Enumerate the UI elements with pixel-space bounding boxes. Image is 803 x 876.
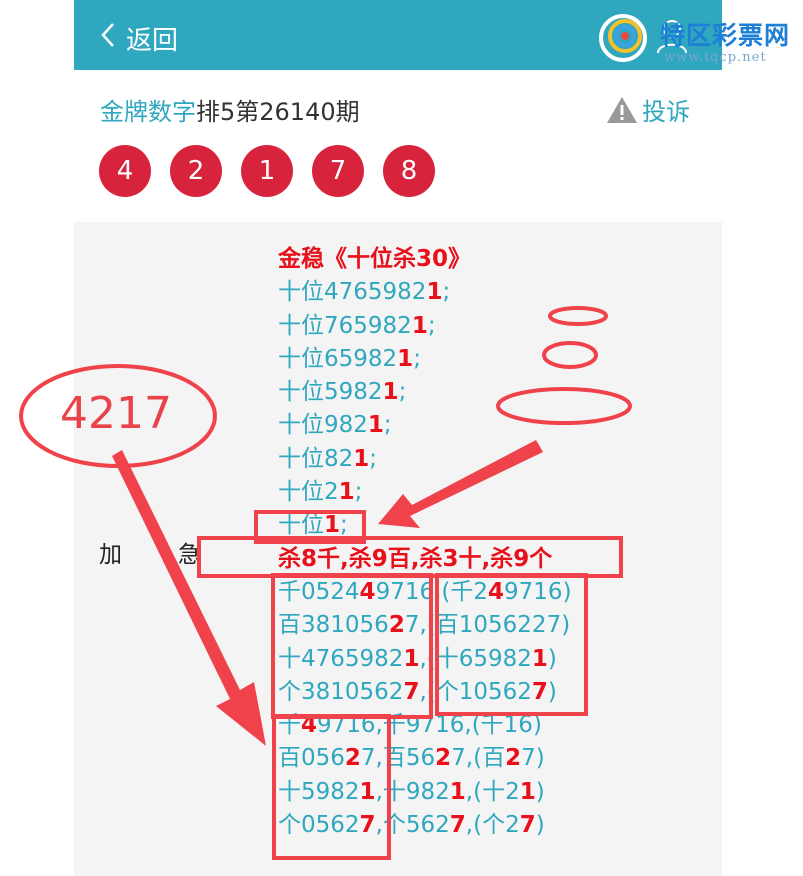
watermark-logo: 特区彩票网 www.tqcp.net <box>594 8 799 68</box>
result-ball: 2 <box>170 145 222 197</box>
result-ball: 7 <box>312 145 364 197</box>
position-line: 个38105627,(个105627) <box>278 678 557 705</box>
page-title: 金牌数字排5第26140期 <box>100 92 360 127</box>
warning-icon <box>607 96 637 123</box>
prediction-line: 十位821; <box>278 445 378 472</box>
issue-title: 排5第26140期 <box>196 98 360 126</box>
result-ball: 1 <box>241 145 293 197</box>
position-line: 十47659821,(十659821) <box>278 645 557 672</box>
urgent-label-2: 急 <box>178 542 201 568</box>
watermark-url: www.tqcp.net <box>664 50 767 65</box>
prediction-line: 十位7659821; <box>278 312 436 339</box>
result-ball: 4 <box>99 145 151 197</box>
prediction-line: 十位47659821; <box>278 279 451 306</box>
urgent-label-1: 加 <box>99 542 122 568</box>
prediction-line: 十位1; <box>278 512 348 539</box>
back-button[interactable]: 返回 <box>100 18 178 58</box>
result-ball: 8 <box>383 145 435 197</box>
back-label: 返回 <box>126 25 179 56</box>
annotation-number: 4217 <box>60 388 172 439</box>
watermark-name: 特区彩票网 <box>660 21 791 50</box>
complain-button[interactable]: 投诉 <box>606 92 690 127</box>
complain-label: 投诉 <box>642 98 690 126</box>
prediction-heading: 金稳《十位杀30》 <box>278 246 472 272</box>
position-line: 千052449716,(千249716) <box>278 578 572 605</box>
position-line: 百05627,百5627,(百27) <box>278 745 545 772</box>
position-line: 个05627,个5627,(个27) <box>278 812 545 839</box>
prediction-line: 十位9821; <box>278 412 392 439</box>
kill-line: 杀8千,杀9百,杀3十,杀9个 <box>278 545 553 572</box>
position-line: 十59821,十9821,(十21) <box>278 778 545 805</box>
prediction-text: 金稳《十位杀30》 十位47659821; 十位7659821; 十位659821;… <box>278 243 572 842</box>
position-line: 千49716,千9716,(千16) <box>278 712 542 739</box>
logo-swirl-icon <box>599 14 647 62</box>
prediction-line: 十位659821; <box>278 345 421 372</box>
position-line: 百38105627,(百1056227) <box>278 612 571 639</box>
draw-result-balls: 4 2 1 7 8 <box>99 145 435 197</box>
prediction-line: 十位59821; <box>278 379 407 406</box>
expert-name-link[interactable]: 金牌数字 <box>100 98 196 126</box>
prediction-line: 十位21; <box>278 479 363 506</box>
chevron-left-icon <box>100 21 116 55</box>
